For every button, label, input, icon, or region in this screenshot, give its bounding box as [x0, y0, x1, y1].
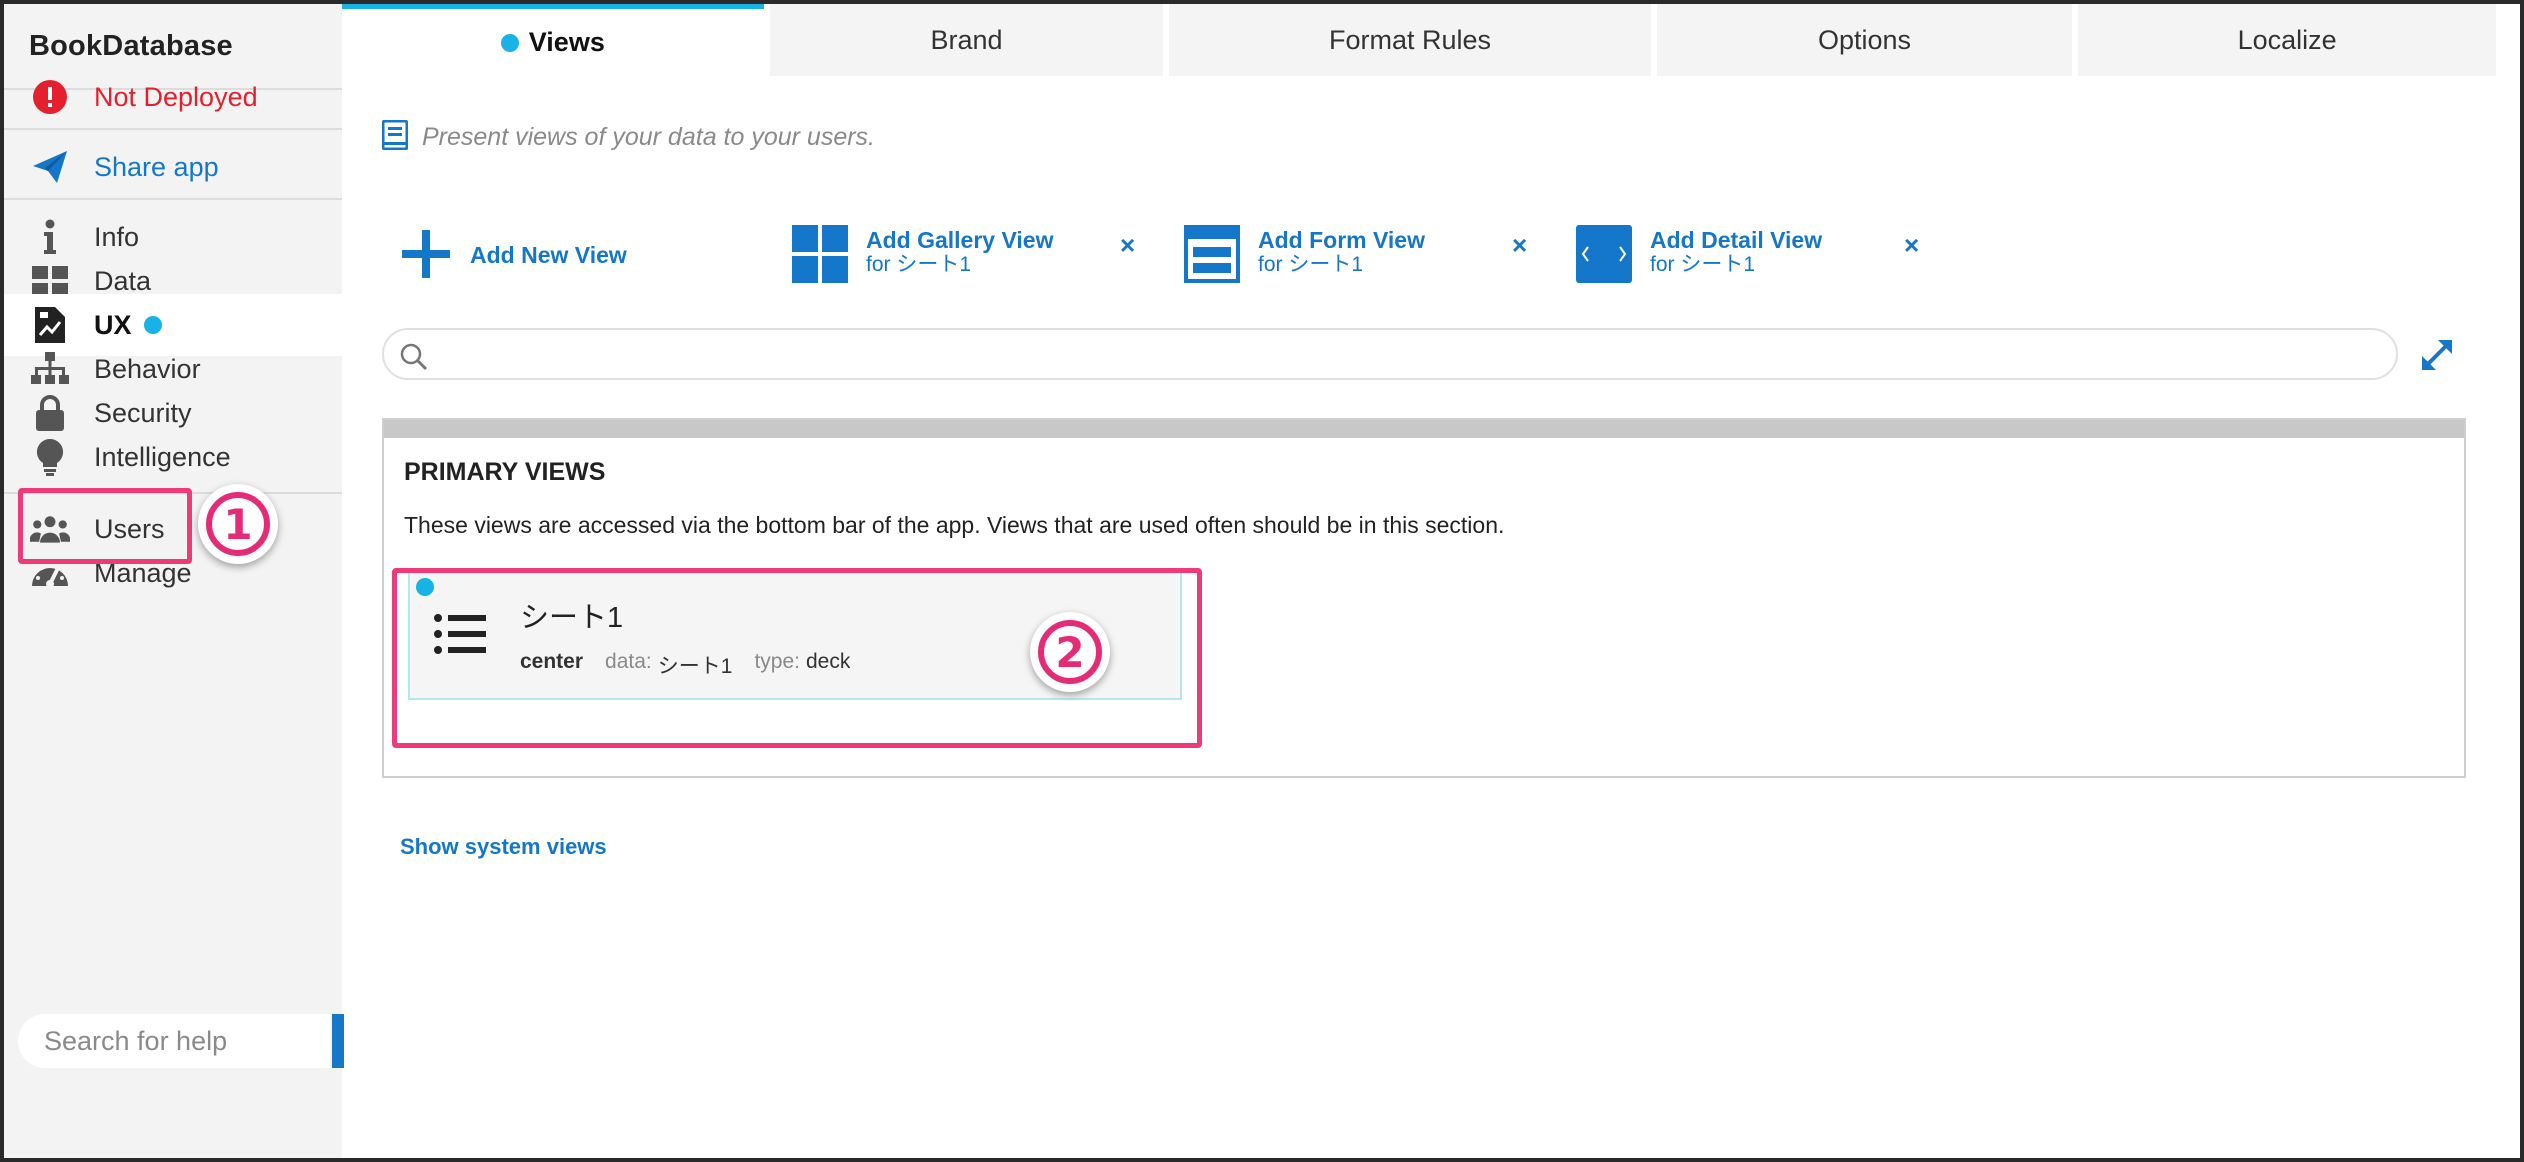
tab-label: Views [528, 27, 605, 57]
help-search-input[interactable] [42, 1024, 306, 1058]
suggestion-title: Add Gallery View [866, 226, 1054, 253]
sidebar-item-label: Data [94, 265, 152, 296]
page-description-text: Present views of your data to your users… [422, 123, 875, 151]
add-view-row: Add New View Add Gallery View for シート1 ×… [342, 216, 2520, 296]
paper-plane-icon [30, 147, 70, 187]
unsaved-dot [500, 33, 519, 52]
add-gallery-view-button[interactable]: Add Gallery View for シート1 [792, 216, 1053, 296]
suggestion-title: Add Form View [1258, 226, 1425, 253]
search-icon [400, 343, 428, 376]
plus-icon [402, 229, 450, 283]
suggestion-title: Add Detail View [1650, 226, 1823, 253]
detail-icon [1576, 224, 1632, 288]
page-description: Present views of your data to your users… [381, 119, 875, 155]
tab-bar: Views Brand Format Rules Options Localiz… [342, 4, 2502, 76]
suggestion-subtitle: for シート1 [866, 253, 972, 277]
dismiss-form-suggestion[interactable]: × [1512, 230, 1527, 261]
panel-header-bar [384, 420, 2464, 438]
tab-views[interactable]: Views [342, 4, 764, 76]
deploy-status[interactable]: Not Deployed [4, 66, 342, 128]
show-system-views-link[interactable]: Show system views [400, 834, 607, 860]
section-description: These views are accessed via the bottom … [404, 512, 1505, 538]
sidebar-item-label: Security [94, 397, 192, 428]
tab-label: Brand [930, 24, 1003, 55]
sidebar-divider [4, 128, 342, 130]
tab-label: Format Rules [1329, 24, 1492, 55]
sidebar-item-label: UX [94, 309, 132, 340]
sidebar: BookDatabase Not Deployed Share app Info… [4, 4, 344, 1158]
suggestion-subtitle: for シート1 [1650, 253, 1756, 277]
tab-options[interactable]: Options [1656, 4, 2073, 76]
views-search [382, 328, 2398, 380]
alert-icon [30, 77, 70, 117]
sidebar-item-intelligence[interactable]: Intelligence [4, 426, 342, 488]
dismiss-gallery-suggestion[interactable]: × [1120, 230, 1135, 261]
sidebar-item-label: Behavior [94, 353, 201, 384]
tab-label: Options [1817, 24, 1912, 55]
suggestion-subtitle: for シート1 [1258, 253, 1364, 277]
annotation-marker-1: 1 [198, 484, 278, 564]
unsaved-dot [144, 316, 162, 334]
app-title: BookDatabase [29, 30, 233, 62]
sidebar-item-label: Info [94, 221, 140, 252]
dismiss-detail-suggestion[interactable]: × [1904, 230, 1919, 261]
section-title: PRIMARY VIEWS [404, 458, 606, 486]
expand-icon[interactable] [2420, 338, 2454, 377]
book-icon [381, 119, 409, 155]
annotation-box-1 [18, 488, 192, 564]
add-detail-view-button[interactable]: Add Detail View for シート1 [1576, 216, 1822, 296]
add-form-view-button[interactable]: Add Form View for シート1 [1184, 216, 1425, 296]
add-new-view-button[interactable]: Add New View [402, 216, 627, 296]
lightbulb-icon [30, 437, 70, 477]
gallery-icon [792, 224, 848, 288]
add-new-view-label: Add New View [470, 242, 627, 269]
tab-format-rules[interactable]: Format Rules [1169, 4, 1651, 76]
tab-localize[interactable]: Localize [2078, 4, 2496, 76]
annotation-marker-2: 2 [1030, 612, 1110, 692]
tab-brand[interactable]: Brand [769, 4, 1164, 76]
deploy-status-label: Not Deployed [94, 81, 258, 112]
views-search-input[interactable] [442, 339, 2346, 369]
share-app-label: Share app [94, 151, 219, 182]
sidebar-divider [4, 198, 342, 200]
share-app-button[interactable]: Share app [4, 136, 342, 198]
help-search [18, 1014, 344, 1068]
tab-label: Localize [2237, 24, 2337, 55]
form-icon [1184, 224, 1240, 288]
sidebar-item-label: Intelligence [94, 441, 231, 472]
